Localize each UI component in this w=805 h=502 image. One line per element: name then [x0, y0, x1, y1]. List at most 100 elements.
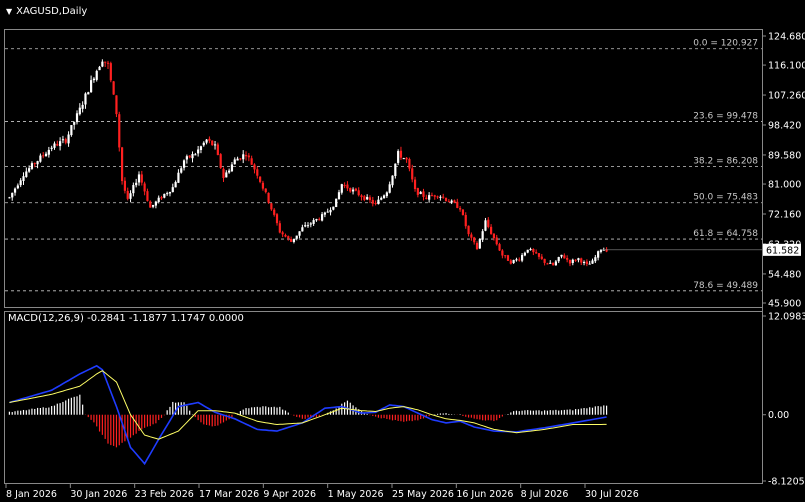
candle-bear — [349, 187, 352, 192]
candle-bear — [270, 203, 273, 210]
candle-bear — [444, 197, 448, 202]
date-axis-label: 25 May 2026 — [392, 489, 454, 500]
candle-bear — [140, 174, 143, 183]
candle-bear — [281, 232, 284, 235]
candle-bear — [222, 168, 225, 179]
candle-bull — [98, 66, 101, 71]
candle-bear — [504, 255, 507, 257]
candle-bear — [459, 208, 462, 210]
candle-bear — [501, 250, 504, 256]
candle-bear — [146, 191, 149, 201]
candle-bear — [467, 225, 470, 235]
price-axis-label: 98.420 — [768, 121, 801, 132]
candle-bear — [540, 256, 543, 259]
date-axis-label: 8 Jul 2026 — [521, 489, 569, 500]
macd-axis-label: 0.00 — [768, 410, 789, 421]
candle-bull — [309, 223, 312, 225]
candle-bear — [247, 155, 250, 158]
price-axis-label: 81.000 — [768, 180, 801, 191]
candle-bull — [332, 206, 335, 210]
candle-bull — [335, 198, 338, 208]
candle-bull — [419, 191, 422, 194]
candle-bull — [67, 134, 70, 144]
candle-bear — [470, 234, 473, 238]
candle-bull — [16, 185, 19, 189]
candle-bull — [301, 227, 304, 232]
candle-bull — [591, 260, 594, 264]
candle-bear — [447, 201, 450, 203]
candle-bear — [532, 249, 535, 253]
candle-bull — [95, 70, 98, 80]
candle-bull — [306, 225, 310, 227]
candle-bear — [118, 114, 121, 148]
candle-bull — [19, 180, 22, 186]
candle-bear — [498, 244, 501, 251]
price-panel-frame — [4, 29, 763, 308]
date-axis-label: 17 Mar 2026 — [199, 489, 259, 500]
candle-bull — [70, 125, 73, 136]
candle-bull — [351, 189, 355, 192]
candle-bull — [526, 249, 529, 253]
candle-bear — [261, 182, 265, 189]
candle-bear — [509, 260, 512, 264]
price-axis-label: 124.680 — [768, 32, 805, 43]
candle-bear — [64, 139, 67, 143]
candle-bull — [340, 184, 343, 193]
candle-bear — [456, 201, 459, 208]
candle-bull — [157, 197, 160, 202]
candle-bear — [33, 163, 36, 165]
candle-bull — [194, 154, 197, 156]
candle-bull — [292, 239, 296, 242]
candle-bear — [112, 81, 115, 95]
candle-bull — [89, 80, 93, 93]
candle-bull — [233, 159, 236, 165]
candle-bull — [166, 193, 169, 195]
candle-bear — [475, 242, 479, 250]
candle-bear — [430, 195, 434, 197]
candle-bull — [36, 161, 39, 165]
candle-bear — [408, 159, 411, 169]
candle-bull — [39, 155, 42, 162]
candle-bull — [28, 168, 31, 172]
candle-bull — [199, 146, 203, 150]
candle-bull — [560, 254, 563, 257]
candle-bear — [126, 190, 129, 199]
candle-bull — [320, 214, 324, 221]
candle-bear — [115, 95, 118, 115]
candle-bull — [478, 239, 481, 249]
candle-bull — [84, 93, 87, 105]
candle-bull — [8, 197, 11, 199]
candle-bull — [377, 199, 380, 205]
candle-bull — [397, 151, 400, 163]
candle-bear — [506, 255, 510, 261]
candle-bear — [219, 154, 222, 168]
candle-bear — [473, 237, 476, 243]
candle-bull — [236, 158, 239, 161]
candle-bear — [123, 180, 127, 191]
candle-bear — [585, 261, 588, 265]
candle-bear — [546, 263, 549, 265]
candle-bear — [273, 209, 276, 215]
candle-bear — [411, 168, 414, 180]
candle-bear — [374, 203, 377, 205]
candle-bull — [512, 259, 515, 264]
candle-bull — [388, 184, 391, 193]
chart-window[interactable]: ▼ XAGUSD,Daily MACD(12,26,9) -0.2841 -1.… — [0, 0, 805, 502]
candle-bear — [574, 259, 577, 261]
candle-bear — [120, 147, 124, 182]
candle-bull — [30, 163, 34, 169]
candle-bear — [56, 144, 59, 146]
candle-bull — [594, 257, 597, 262]
candle-bull — [597, 251, 600, 258]
candle-bull — [326, 211, 329, 213]
candle-bear — [343, 185, 346, 187]
candle-bull — [25, 171, 28, 177]
candle-bull — [185, 156, 188, 160]
candle-bear — [551, 262, 555, 266]
candle-bull — [53, 143, 56, 148]
candle-bull — [11, 192, 14, 198]
candle-bear — [211, 140, 214, 146]
date-axis-label: 30 Jan 2026 — [70, 489, 127, 500]
candle-bear — [495, 237, 498, 245]
candle-bull — [180, 168, 183, 173]
